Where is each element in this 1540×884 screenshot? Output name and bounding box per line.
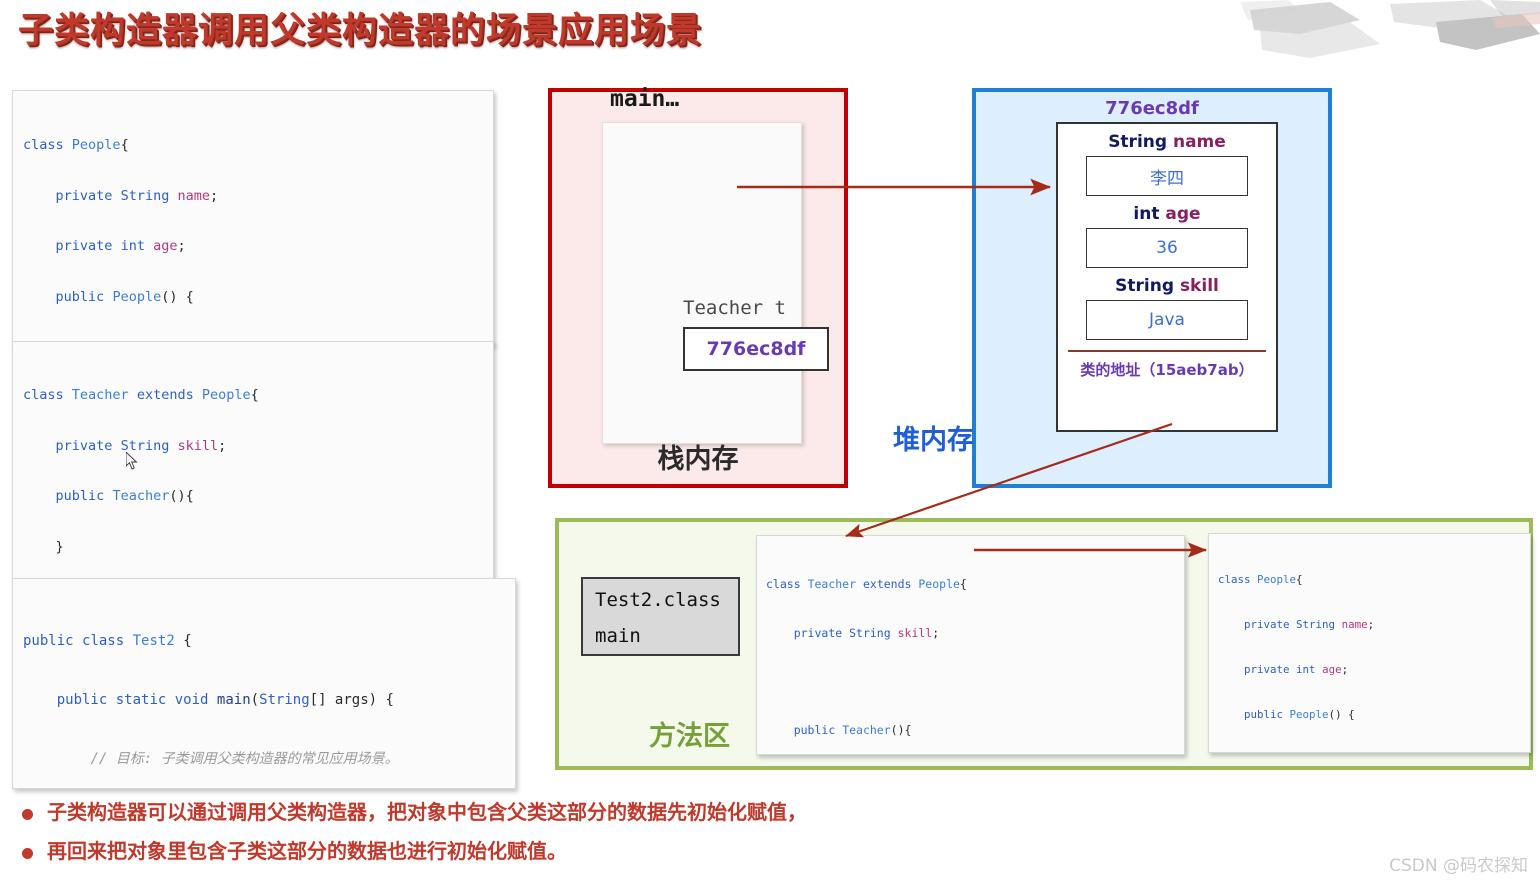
stack-variable-label: Teacher t	[683, 297, 786, 319]
bullet-dot-icon	[22, 848, 33, 859]
method-area-code-people: class People{ private String name; priva…	[1208, 533, 1531, 753]
heap-field-label-name: String name	[1108, 132, 1226, 152]
bullet-item: 再回来把对象里包含子类这部分的数据也进行初始化赋值。	[14, 839, 1114, 864]
bullet-item: 子类构造器可以通过调用父类构造器，把对象中包含父类这部分的数据先初始化赋值，	[14, 800, 1114, 825]
method-area-code-teacher: class Teacher extends People{ private St…	[756, 535, 1185, 755]
bullet-text: 子类构造器可以通过调用父类构造器，把对象中包含父类这部分的数据先初始化赋值，	[47, 800, 807, 824]
brush-stroke-decoration	[1240, 0, 1540, 58]
heap-object-address: 776ec8df	[1105, 98, 1199, 119]
heap-field-value-skill: Java	[1086, 300, 1248, 340]
heap-separator	[1068, 350, 1266, 352]
method-area-class-file-box: Test2.class main	[581, 577, 740, 656]
stack-variable-value-box: 776ec8df	[683, 327, 829, 371]
code-card-teacher-class: class Teacher extends People{ private St…	[12, 341, 494, 582]
method-area-title: 方法区	[649, 721, 730, 752]
stack-memory-region: main… Teacher t 776ec8df 栈内存	[548, 86, 848, 488]
bullet-text: 再回来把对象里包含子类这部分的数据也进行初始化赋值。	[47, 839, 567, 863]
code-card-people-class: class People{ private String name; priva…	[12, 90, 494, 346]
code-card-test2-class: public class Test2 { public static void …	[12, 578, 516, 789]
stack-region-title: 栈内存	[657, 444, 739, 475]
bullet-list: 子类构造器可以通过调用父类构造器，把对象中包含父类这部分的数据先初始化赋值， 再…	[14, 800, 1114, 878]
mouse-cursor	[126, 452, 138, 470]
heap-memory-region: 776ec8df String name 李四 int age 36 Strin…	[972, 88, 1332, 488]
bullet-dot-icon	[22, 809, 33, 820]
class-file-name: Test2.class	[595, 589, 721, 611]
heap-field-value-age: 36	[1086, 228, 1248, 268]
heap-region-title: 堆内存	[893, 425, 974, 456]
heap-field-label-skill: String skill	[1115, 276, 1219, 296]
stack-frame-box: Teacher t 776ec8df	[602, 122, 829, 444]
page-title: 子类构造器调用父类构造器的场景应用场景	[18, 11, 703, 51]
heap-class-address: 类的地址（15aeb7ab）	[1080, 361, 1254, 379]
heap-field-label-age: int age	[1133, 204, 1201, 224]
stack-variable-value: 776ec8df	[706, 338, 806, 360]
heap-field-value-name: 李四	[1086, 156, 1248, 196]
watermark: CSDN @码农探知	[1389, 856, 1528, 876]
heap-object-box: String name 李四 int age 36 String skill J…	[1056, 122, 1278, 432]
class-file-method: main	[595, 625, 641, 647]
stack-frame-label: main…	[610, 86, 680, 112]
